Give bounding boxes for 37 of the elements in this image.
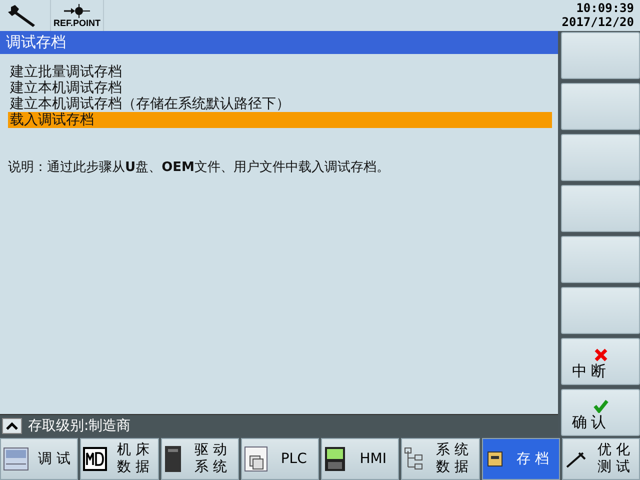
cross-icon: [594, 348, 608, 362]
caret-icon: [6, 422, 18, 430]
softkey-tab[interactable]: 系 统 数 据: [401, 438, 480, 480]
softkey-tab[interactable]: 优 化 测 试: [562, 438, 640, 480]
softkey-tab[interactable]: 调 试: [0, 438, 78, 480]
menu-item[interactable]: 建立本机调试存档（存储在系统默认路径下）: [8, 96, 552, 112]
md-box-icon: [83, 447, 108, 471]
expand-button[interactable]: [2, 418, 22, 434]
cancel-button[interactable]: 中 断: [561, 338, 640, 385]
menu-item[interactable]: 载入调试存档: [8, 112, 552, 128]
reference-point-icon: [62, 4, 92, 18]
menu-item[interactable]: 建立批量调试存档: [8, 64, 552, 80]
softkey[interactable]: [561, 32, 640, 79]
softkey-tab[interactable]: HMI: [321, 438, 400, 480]
softkey-tab[interactable]: 机 床 数 据: [80, 438, 158, 480]
softkey[interactable]: [561, 236, 640, 283]
plc-module-icon: [244, 446, 268, 472]
softkey[interactable]: [561, 184, 640, 232]
window-title: 调试存档: [0, 31, 558, 54]
softkey[interactable]: [561, 286, 640, 334]
date-text: 2017/12/20: [562, 15, 634, 29]
reference-point-label: REF.POINT: [53, 18, 100, 28]
menu-item[interactable]: 建立本机调试存档: [8, 80, 552, 96]
tree-icon: [404, 447, 424, 471]
softkey-tab[interactable]: 存 档: [482, 438, 560, 480]
check-icon: [592, 399, 608, 413]
cabinet-icon: [164, 445, 182, 473]
softkey-tab[interactable]: 驱 动 系 统: [160, 438, 239, 480]
time-text: 10:09:39: [576, 1, 634, 15]
softkey-tab[interactable]: PLC: [240, 438, 319, 480]
description-text: 说明：通过此步骤从U盘、OEM文件、用户文件中载入调试存档。: [7, 159, 390, 176]
confirm-button[interactable]: 确 认: [561, 388, 640, 436]
softkey[interactable]: [561, 134, 640, 181]
screen-icon: [3, 446, 29, 472]
panel-icon: [324, 446, 346, 472]
softkey[interactable]: [561, 82, 640, 130]
access-level-text: 存取级别:制造商: [28, 416, 131, 434]
